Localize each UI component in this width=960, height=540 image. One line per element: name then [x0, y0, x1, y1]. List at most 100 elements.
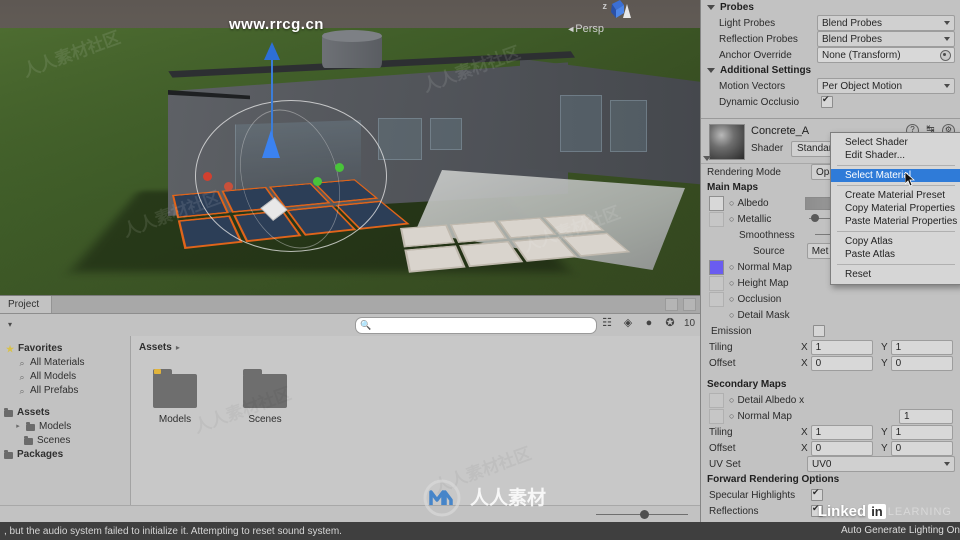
mouse-cursor [905, 172, 915, 187]
secondary-offset-y-field[interactable]: 0 [890, 440, 953, 456]
uv-set-dropdown[interactable]: UV0 [807, 456, 955, 472]
scene-view[interactable]: z ◄Persp www.rrcg.cn 人人素材社区 人人素材社区 人人素材社… [0, 0, 700, 295]
revert-icon: ○ [729, 262, 735, 272]
secondary-tiling-y-field[interactable]: 1 [890, 424, 953, 440]
gizmo-y-arrow-top[interactable] [264, 42, 280, 60]
property-anchor-override: Anchor Override None (Transform) [701, 47, 960, 63]
secondary-tiling-row: Tiling X 1 Y 1 [701, 424, 960, 440]
menu-item-select-shader[interactable]: Select Shader [831, 136, 960, 149]
foldout-triangle-icon[interactable] [707, 5, 715, 10]
gizmo-handle-green-1[interactable] [313, 177, 322, 186]
tree-group-assets[interactable]: Assets [0, 406, 130, 420]
material-preview-thumbnail[interactable] [709, 124, 745, 160]
emission-checkbox[interactable] [813, 325, 825, 337]
slider-knob[interactable] [811, 214, 820, 222]
chevron-right-icon[interactable]: ▸ [12, 420, 24, 434]
breadcrumb[interactable]: Assets ▸ [139, 342, 180, 353]
map-label: Smoothness [729, 230, 795, 241]
object-picker-icon[interactable] [940, 49, 951, 61]
star-icon: ★ [5, 344, 15, 354]
unity-editor-window: z ◄Persp www.rrcg.cn 人人素材社区 人人素材社区 人人素材社… [0, 0, 960, 540]
object-field-value: None (Transform) [822, 49, 901, 61]
tree-label: Scenes [37, 435, 71, 446]
panel-menu-icon[interactable] [665, 298, 678, 311]
tab-project[interactable]: Project [0, 296, 53, 313]
tree-group-favorites[interactable]: ★ Favorites [0, 342, 130, 356]
dynamic-occlusion-checkbox[interactable] [821, 94, 833, 108]
lock-icon[interactable]: ▾ [4, 319, 16, 331]
status-bar[interactable]: , but the audio system failed to initial… [0, 522, 960, 540]
chevron-down-icon [944, 462, 950, 466]
filter-type-icon[interactable]: ☷ [600, 316, 614, 331]
secondary-normal-texture-slot[interactable] [709, 408, 724, 424]
map-label: ○ Height Map [729, 278, 789, 289]
section-header-additional-settings[interactable]: Additional Settings [701, 63, 960, 78]
specular-highlights-checkbox[interactable] [811, 487, 823, 501]
property-label: Motion Vectors [719, 80, 786, 92]
menu-item-copy-material-properties[interactable]: Copy Material Properties [831, 202, 960, 215]
normal-map-texture-slot[interactable] [709, 259, 724, 275]
foldout-triangle-icon[interactable] [707, 68, 715, 73]
map-row-occlusion: ○ Occlusion [701, 291, 960, 307]
main-offset-x-field[interactable]: 0 [810, 355, 873, 371]
asset-grid: Models Scenes [145, 369, 295, 425]
main-tiling-y-field[interactable]: 1 [890, 339, 953, 355]
anchor-override-object-field[interactable]: None (Transform) [817, 47, 955, 63]
albedo-texture-slot[interactable] [709, 195, 724, 211]
menu-item-select-material[interactable]: Select Material [831, 169, 960, 182]
filter-favorite-icon[interactable]: ● [642, 316, 656, 331]
auto-generate-lighting-status[interactable]: Auto Generate Lighting On [841, 522, 960, 540]
scene-perspective-label[interactable]: ◄Persp [566, 23, 604, 35]
secondary-tiling-x-field[interactable]: 1 [810, 424, 873, 440]
gizmo-handle-red-1[interactable] [203, 172, 212, 181]
secondary-normal-scale-field[interactable]: 1 [899, 408, 953, 424]
tree-item-models[interactable]: ▸ Models [0, 420, 130, 434]
height-map-texture-slot[interactable] [709, 275, 724, 291]
filter-asset-icon[interactable]: ✪ [663, 316, 677, 331]
asset-item-scenes[interactable]: Scenes [235, 369, 295, 425]
panel-maximize-icon[interactable] [683, 298, 696, 311]
tree-item-all-materials[interactable]: ⌕ All Materials [0, 356, 130, 370]
gizmo-y-arrow-mid[interactable] [262, 130, 280, 158]
detail-albedo-texture-slot[interactable] [709, 392, 724, 408]
reflection-probes-dropdown[interactable]: Blend Probes [817, 31, 955, 47]
search-bar[interactable]: 🔍 [355, 317, 597, 334]
menu-separator [837, 165, 955, 166]
main-tiling-x-field[interactable]: 1 [810, 339, 873, 355]
tree-item-scenes[interactable]: Scenes [0, 434, 130, 448]
main-offset-y-field[interactable]: 0 [890, 355, 953, 371]
tree-item-all-models[interactable]: ⌕ All Models [0, 370, 130, 384]
metallic-texture-slot[interactable] [709, 211, 724, 227]
dropdown-value: Blend Probes [822, 33, 883, 45]
filter-label-icon[interactable]: ◈ [621, 316, 635, 331]
tree-item-all-prefabs[interactable]: ⌕ All Prefabs [0, 384, 130, 398]
main-tiling-row: Tiling X 1 Y 1 [701, 339, 960, 355]
material-context-menu[interactable]: Select Shader Edit Shader... Select Mate… [830, 132, 960, 285]
asset-item-models[interactable]: Models [145, 369, 205, 425]
tree-label: Packages [17, 449, 64, 460]
project-content-area[interactable]: Assets ▸ Models Scenes 人人素材社区 人人素材社区 [131, 336, 700, 506]
occlusion-texture-slot[interactable] [709, 291, 724, 307]
menu-item-copy-atlas[interactable]: Copy Atlas [831, 235, 960, 248]
menu-item-create-material-preset[interactable]: Create Material Preset [831, 189, 960, 202]
tree-label: All Models [30, 371, 77, 382]
panel-cell [449, 220, 507, 243]
slider-knob[interactable] [640, 510, 649, 519]
menu-item-reset[interactable]: Reset [831, 268, 960, 281]
section-header-probes[interactable]: Probes [701, 0, 960, 15]
tree-group-packages[interactable]: Packages [0, 448, 130, 462]
light-probes-dropdown[interactable]: Blend Probes [817, 15, 955, 31]
gizmo-handle-red-2[interactable] [224, 182, 233, 191]
asset-label: Scenes [248, 414, 282, 425]
gizmo-handle-green-2[interactable] [335, 163, 344, 172]
motion-vectors-dropdown[interactable]: Per Object Motion [817, 78, 955, 94]
revert-icon: ○ [729, 310, 735, 320]
menu-item-paste-atlas[interactable]: Paste Atlas [831, 248, 960, 261]
search-input[interactable] [371, 319, 596, 332]
asset-zoom-slider[interactable] [596, 510, 688, 519]
menu-item-paste-material-properties[interactable]: Paste Material Properties [831, 215, 960, 228]
asset-label: Models [158, 414, 192, 425]
secondary-offset-x-field[interactable]: 0 [810, 440, 873, 456]
material-foldout-icon[interactable] [703, 156, 711, 161]
menu-item-edit-shader[interactable]: Edit Shader... [831, 149, 960, 162]
